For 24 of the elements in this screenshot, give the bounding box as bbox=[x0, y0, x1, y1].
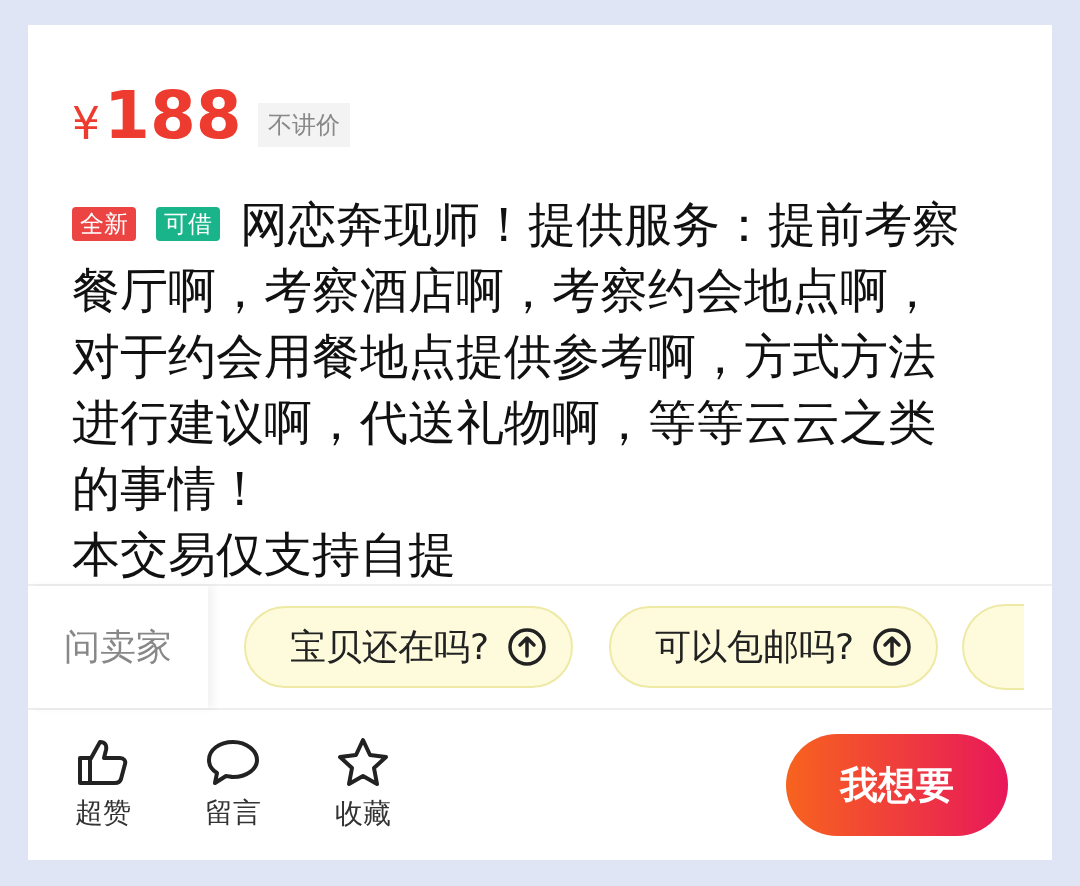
speech-bubble-icon bbox=[205, 738, 261, 786]
quick-question-chip[interactable] bbox=[962, 604, 1025, 690]
send-up-icon bbox=[507, 627, 548, 667]
description-line: 进行建议啊，代送礼物啊，等等云云之类 bbox=[72, 393, 937, 452]
description-line: 的事情！ bbox=[72, 459, 265, 518]
star-icon bbox=[336, 737, 390, 787]
like-button[interactable]: 超赞 bbox=[72, 738, 134, 832]
condition-tag: 可借 bbox=[156, 207, 220, 241]
quick-question-chip[interactable]: 可以包邮吗? bbox=[609, 606, 939, 688]
currency-symbol: ¥ bbox=[72, 98, 100, 149]
send-up-icon bbox=[872, 627, 913, 667]
comment-button[interactable]: 留言 bbox=[202, 738, 264, 832]
description-line: 餐厅啊，考察酒店啊，考察约会地点啊， bbox=[72, 261, 937, 320]
thumbs-up-icon bbox=[76, 738, 130, 786]
price: 188 bbox=[104, 83, 242, 149]
quick-question-chip[interactable]: 宝贝还在吗? bbox=[244, 606, 574, 688]
description-line: 本交易仅支持自提 bbox=[72, 525, 457, 584]
favorite-button[interactable]: 收藏 bbox=[332, 737, 394, 833]
want-button[interactable]: 我想要 bbox=[786, 734, 1008, 836]
description-line: 对于约会用餐地点提供参考啊，方式方法 bbox=[72, 327, 937, 386]
ask-seller-label: 问卖家 bbox=[28, 586, 208, 708]
description-line: 网恋奔现师！提供服务：提前考察 bbox=[240, 195, 960, 254]
no-bargain-label: 不讲价 bbox=[257, 103, 350, 147]
condition-tag: 全新 bbox=[72, 207, 136, 241]
